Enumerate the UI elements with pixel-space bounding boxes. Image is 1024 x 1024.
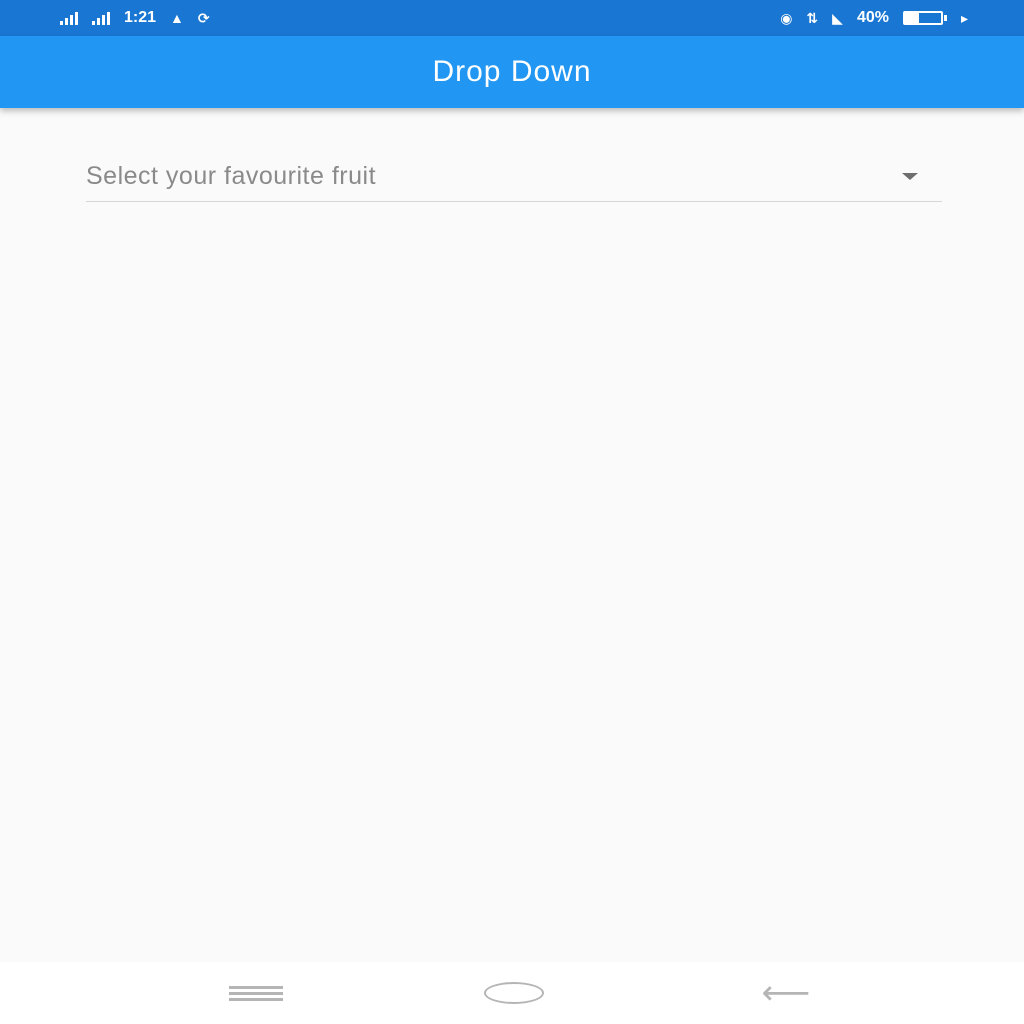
menu-button[interactable] xyxy=(228,962,284,1024)
dropdown-hint: Select your favourite fruit xyxy=(86,162,377,190)
app-bar: Drop Down xyxy=(0,36,1024,108)
status-left: 1:21 ▲ ⟳ xyxy=(60,9,210,27)
home-button[interactable] xyxy=(482,962,546,1024)
chevron-down-icon xyxy=(902,173,918,180)
wifi-icon: ◣ xyxy=(832,9,843,26)
signal-icon xyxy=(92,11,110,25)
sync-icon: ⟳ xyxy=(197,9,210,26)
page-title: Drop Down xyxy=(432,55,592,88)
status-right: ◉ ⇅ ◣ 40% ▸ xyxy=(780,9,968,27)
eye-icon: ◉ xyxy=(780,9,793,26)
status-time: 1:21 xyxy=(124,9,157,26)
fruit-dropdown[interactable]: Select your favourite fruit xyxy=(86,152,942,202)
menu-icon xyxy=(229,985,283,1001)
charging-icon: ▸ xyxy=(960,9,968,26)
data-speed-icon: ⇅ xyxy=(806,9,819,26)
navigation-bar: ⟵ xyxy=(0,962,1024,1024)
home-icon xyxy=(484,982,544,1004)
notification-icon: ▲ xyxy=(170,10,184,26)
battery-percent: 40% xyxy=(856,9,889,26)
battery-icon xyxy=(902,11,947,25)
signal-icon xyxy=(60,11,78,25)
back-button[interactable]: ⟵ xyxy=(758,962,814,1024)
screen: 1:21 ▲ ⟳ ◉ ⇅ ◣ 40% ▸ Drop Down Select yo… xyxy=(0,0,1024,1024)
status-bar: 1:21 ▲ ⟳ ◉ ⇅ ◣ 40% ▸ xyxy=(0,0,1024,36)
back-icon: ⟵ xyxy=(761,974,811,1012)
battery-fill xyxy=(904,13,920,23)
